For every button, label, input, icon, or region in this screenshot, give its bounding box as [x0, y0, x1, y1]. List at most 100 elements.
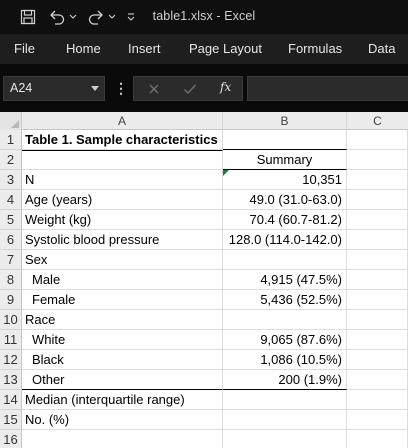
cell-c10[interactable]	[347, 310, 408, 330]
table-row: 3 N 10,351	[0, 170, 408, 190]
cell-b1[interactable]	[223, 130, 347, 150]
cell-b5[interactable]: 70.4 (60.7-81.2)	[223, 210, 347, 230]
tab-page-layout[interactable]: Page Layout	[189, 41, 262, 56]
cell-c14[interactable]	[347, 390, 408, 410]
row-header[interactable]: 8	[0, 270, 22, 290]
cell-c3[interactable]	[347, 170, 408, 190]
column-header-b[interactable]: B	[223, 112, 347, 130]
select-all-triangle-icon	[11, 120, 19, 128]
cell-c6[interactable]	[347, 230, 408, 250]
row-header[interactable]: 10	[0, 310, 22, 330]
table-row: 14 Median (interquartile range)	[0, 390, 408, 410]
row-header[interactable]: 13	[0, 370, 22, 390]
cell-b16[interactable]	[223, 430, 347, 448]
cell-b15[interactable]	[223, 410, 347, 430]
table-row: 1 Table 1. Sample characteristics	[0, 130, 408, 150]
cell-a8[interactable]: Male	[22, 270, 223, 290]
row-header[interactable]: 4	[0, 190, 22, 210]
name-box[interactable]: A24	[3, 76, 105, 101]
cell-a16[interactable]	[22, 430, 223, 448]
row-header[interactable]: 9	[0, 290, 22, 310]
cell-c5[interactable]	[347, 210, 408, 230]
insert-function-icon[interactable]: fx	[220, 80, 231, 94]
cell-c12[interactable]	[347, 350, 408, 370]
cell-a2[interactable]	[22, 150, 223, 170]
cell-a11[interactable]: White	[22, 330, 223, 350]
table-row: 7 Sex	[0, 250, 408, 270]
cell-c7[interactable]	[347, 250, 408, 270]
table-row: 16	[0, 430, 408, 448]
chevron-down-icon[interactable]	[91, 86, 99, 91]
cell-a9[interactable]: Female	[22, 290, 223, 310]
cell-b2[interactable]: Summary	[223, 150, 347, 170]
enter-check-icon[interactable]	[178, 77, 202, 100]
cell-b8[interactable]: 4,915 (47.5%)	[223, 270, 347, 290]
table-row: 2 Summary	[0, 150, 408, 170]
tab-data[interactable]: Data	[368, 41, 395, 56]
column-headers: A B C	[0, 112, 408, 130]
cell-c8[interactable]	[347, 270, 408, 290]
cell-a13[interactable]: Other	[22, 370, 223, 390]
row-header[interactable]: 5	[0, 210, 22, 230]
cell-c1[interactable]	[347, 130, 408, 150]
cell-a5[interactable]: Weight (kg)	[22, 210, 223, 230]
tab-file[interactable]: File	[14, 41, 35, 56]
cell-c2[interactable]	[347, 150, 408, 170]
cell-b10[interactable]	[223, 310, 347, 330]
cell-a14[interactable]: Median (interquartile range)	[22, 390, 223, 410]
formula-input[interactable]	[247, 76, 408, 101]
cancel-icon[interactable]	[142, 77, 166, 100]
row-header[interactable]: 12	[0, 350, 22, 370]
cell-b3[interactable]: 10,351	[223, 170, 347, 190]
cell-c16[interactable]	[347, 430, 408, 448]
tab-home[interactable]: Home	[66, 41, 101, 56]
tab-insert[interactable]: Insert	[128, 41, 161, 56]
cell-c15[interactable]	[347, 410, 408, 430]
cell-b13[interactable]: 200 (1.9%)	[223, 370, 347, 390]
row-header[interactable]: 7	[0, 250, 22, 270]
row-header[interactable]: 14	[0, 390, 22, 410]
title-bar: table1.xlsx - Excel	[0, 0, 408, 34]
cell-a7[interactable]: Sex	[22, 250, 223, 270]
cell-a6[interactable]: Systolic blood pressure	[22, 230, 223, 250]
cell-b4[interactable]: 49.0 (31.0-63.0)	[223, 190, 347, 210]
row-header[interactable]: 11	[0, 330, 22, 350]
row-header[interactable]: 6	[0, 230, 22, 250]
cell-a10[interactable]: Race	[22, 310, 223, 330]
cell-c11[interactable]	[347, 330, 408, 350]
row-header[interactable]: 1	[0, 130, 22, 150]
formula-buttons: fx	[133, 76, 243, 101]
row-header[interactable]: 15	[0, 410, 22, 430]
name-box-value: A24	[10, 81, 33, 95]
column-header-a[interactable]: A	[22, 112, 223, 130]
table-row: 9 Female 5,436 (52.5%)	[0, 290, 408, 310]
cell-c4[interactable]	[347, 190, 408, 210]
window-title: table1.xlsx - Excel	[152, 9, 256, 23]
error-indicator-icon[interactable]	[223, 170, 229, 176]
select-all-button[interactable]	[0, 112, 22, 130]
cell-b9[interactable]: 5,436 (52.5%)	[223, 290, 347, 310]
table-row: 5 Weight (kg) 70.4 (60.7-81.2)	[0, 210, 408, 230]
cell-a1[interactable]: Table 1. Sample characteristics	[22, 130, 223, 150]
row-header[interactable]: 2	[0, 150, 22, 170]
column-header-c[interactable]: C	[347, 112, 408, 130]
cell-b14[interactable]	[223, 390, 347, 410]
formula-bar: A24 ⋮ fx	[0, 64, 408, 112]
table-row: 8 Male 4,915 (47.5%)	[0, 270, 408, 290]
tab-formulas[interactable]: Formulas	[288, 41, 342, 56]
table-row: 13 Other 200 (1.9%)	[0, 370, 408, 390]
row-header[interactable]: 16	[0, 430, 22, 448]
cell-a3[interactable]: N	[22, 170, 223, 190]
cell-c13[interactable]	[347, 370, 408, 390]
more-options-icon[interactable]: ⋮	[114, 76, 128, 101]
cell-a15[interactable]: No. (%)	[22, 410, 223, 430]
cell-a12[interactable]: Black	[22, 350, 223, 370]
cell-b7[interactable]	[223, 250, 347, 270]
row-header[interactable]: 3	[0, 170, 22, 190]
cell-b11[interactable]: 9,065 (87.6%)	[223, 330, 347, 350]
cell-b12[interactable]: 1,086 (10.5%)	[223, 350, 347, 370]
cell-b6[interactable]: 128.0 (114.0-142.0)	[223, 230, 347, 250]
table-row: 10 Race	[0, 310, 408, 330]
cell-a4[interactable]: Age (years)	[22, 190, 223, 210]
cell-c9[interactable]	[347, 290, 408, 310]
